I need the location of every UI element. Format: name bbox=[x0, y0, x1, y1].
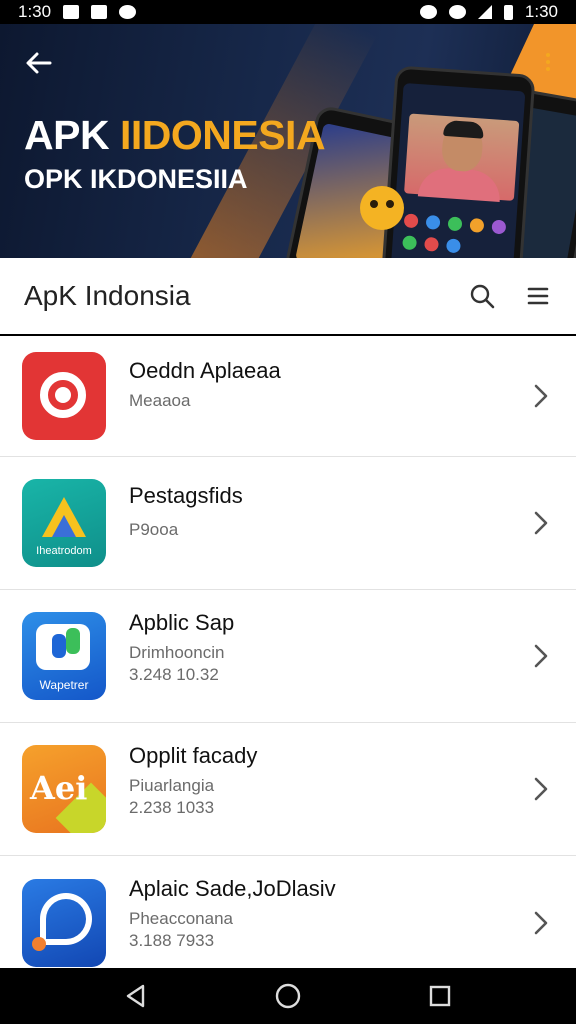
status-bar: 1:30 1:30 bbox=[0, 0, 576, 24]
image-notification-icon bbox=[63, 5, 80, 19]
nav-recents-button[interactable] bbox=[416, 972, 464, 1020]
search-icon bbox=[470, 284, 495, 309]
recents-square-icon bbox=[429, 985, 451, 1007]
banner-subtitle: OPK IKDONESIIA bbox=[24, 164, 248, 194]
signal-icon bbox=[477, 5, 492, 19]
chevron-right-icon bbox=[534, 777, 548, 801]
arrow-left-icon bbox=[26, 52, 52, 74]
app-subtitle: Meaaoa bbox=[129, 391, 191, 410]
person-photo bbox=[404, 113, 520, 202]
page-title: ApK Indonsia bbox=[24, 280, 191, 311]
list-item[interactable]: Iheatrodom Pestagsfids P9ooa bbox=[0, 457, 576, 590]
app-size: 2.238 1033 bbox=[129, 798, 215, 817]
app-subtitle: P9ooa bbox=[129, 520, 179, 539]
list-item[interactable]: Oeddn Aplaeaa Meaaoa bbox=[0, 336, 576, 457]
back-triangle-icon bbox=[126, 984, 145, 1008]
home-circle-icon bbox=[275, 983, 301, 1009]
app-notification-icon bbox=[91, 5, 108, 19]
app-bar: ApK Indonsia bbox=[0, 258, 576, 334]
list-item[interactable]: Aplaic Sade,JoDlasiv Pheacconana 3.188 7… bbox=[0, 856, 576, 968]
status-time-right: 1:30 bbox=[524, 2, 558, 21]
chevron-right-icon bbox=[534, 911, 548, 934]
nav-back-button[interactable] bbox=[112, 972, 160, 1020]
search-button[interactable] bbox=[454, 268, 510, 324]
banner-title: APK IIDONESIA bbox=[24, 112, 326, 158]
chevron-right-icon bbox=[534, 644, 548, 668]
app-list: Oeddn Aplaeaa Meaaoa Iheatrodom Pestagsf… bbox=[0, 336, 576, 968]
app-name: Aplaic Sade,JoDlasiv bbox=[129, 876, 336, 901]
blue-card-app-icon: Wapetrer bbox=[22, 612, 106, 700]
list-item[interactable]: Wapetrer Apblic Sap Drimhooncin 3.248 10… bbox=[0, 590, 576, 723]
phone-illustration bbox=[380, 65, 536, 258]
app-name: Pestagsfids bbox=[129, 483, 243, 508]
chevron-right-icon bbox=[534, 384, 548, 408]
alarm-icon bbox=[419, 5, 437, 19]
app-subtitle: Pheacconana bbox=[129, 909, 233, 928]
app-subtitle: Drimhooncin bbox=[129, 643, 225, 662]
nav-home-button[interactable] bbox=[264, 972, 312, 1020]
teal-triangle-app-icon: Iheatrodom bbox=[22, 479, 106, 567]
app-name: Oeddn Aplaeaa bbox=[129, 358, 281, 383]
app-size: 3.248 10.32 bbox=[129, 665, 219, 684]
header-banner: APK IIDONESIA OPK IKDONESIIA bbox=[0, 24, 576, 258]
red-ring-app-icon bbox=[22, 352, 106, 440]
app-size: 3.188 7933 bbox=[129, 931, 215, 950]
orange-text-app-icon: Aei bbox=[22, 745, 106, 833]
status-time-left: 1:30 bbox=[18, 2, 52, 21]
emoji-illustration bbox=[360, 186, 404, 230]
more-options-button[interactable] bbox=[543, 50, 553, 80]
wifi-icon bbox=[448, 5, 466, 19]
app-name: Opplit facady bbox=[129, 743, 258, 768]
menu-button[interactable] bbox=[510, 268, 566, 324]
list-item[interactable]: Aei Opplit facady Piuarlangia 2.238 1033 bbox=[0, 723, 576, 856]
blue-bubble-app-icon bbox=[22, 878, 106, 967]
back-button[interactable] bbox=[22, 46, 56, 80]
menu-icon bbox=[527, 287, 549, 305]
chat-notification-icon bbox=[119, 5, 137, 19]
app-subtitle: Piuarlangia bbox=[129, 776, 215, 795]
app-name: Apblic Sap bbox=[129, 610, 235, 635]
battery-icon bbox=[503, 4, 513, 20]
chevron-right-icon bbox=[534, 511, 548, 535]
system-nav-bar bbox=[0, 968, 576, 1024]
